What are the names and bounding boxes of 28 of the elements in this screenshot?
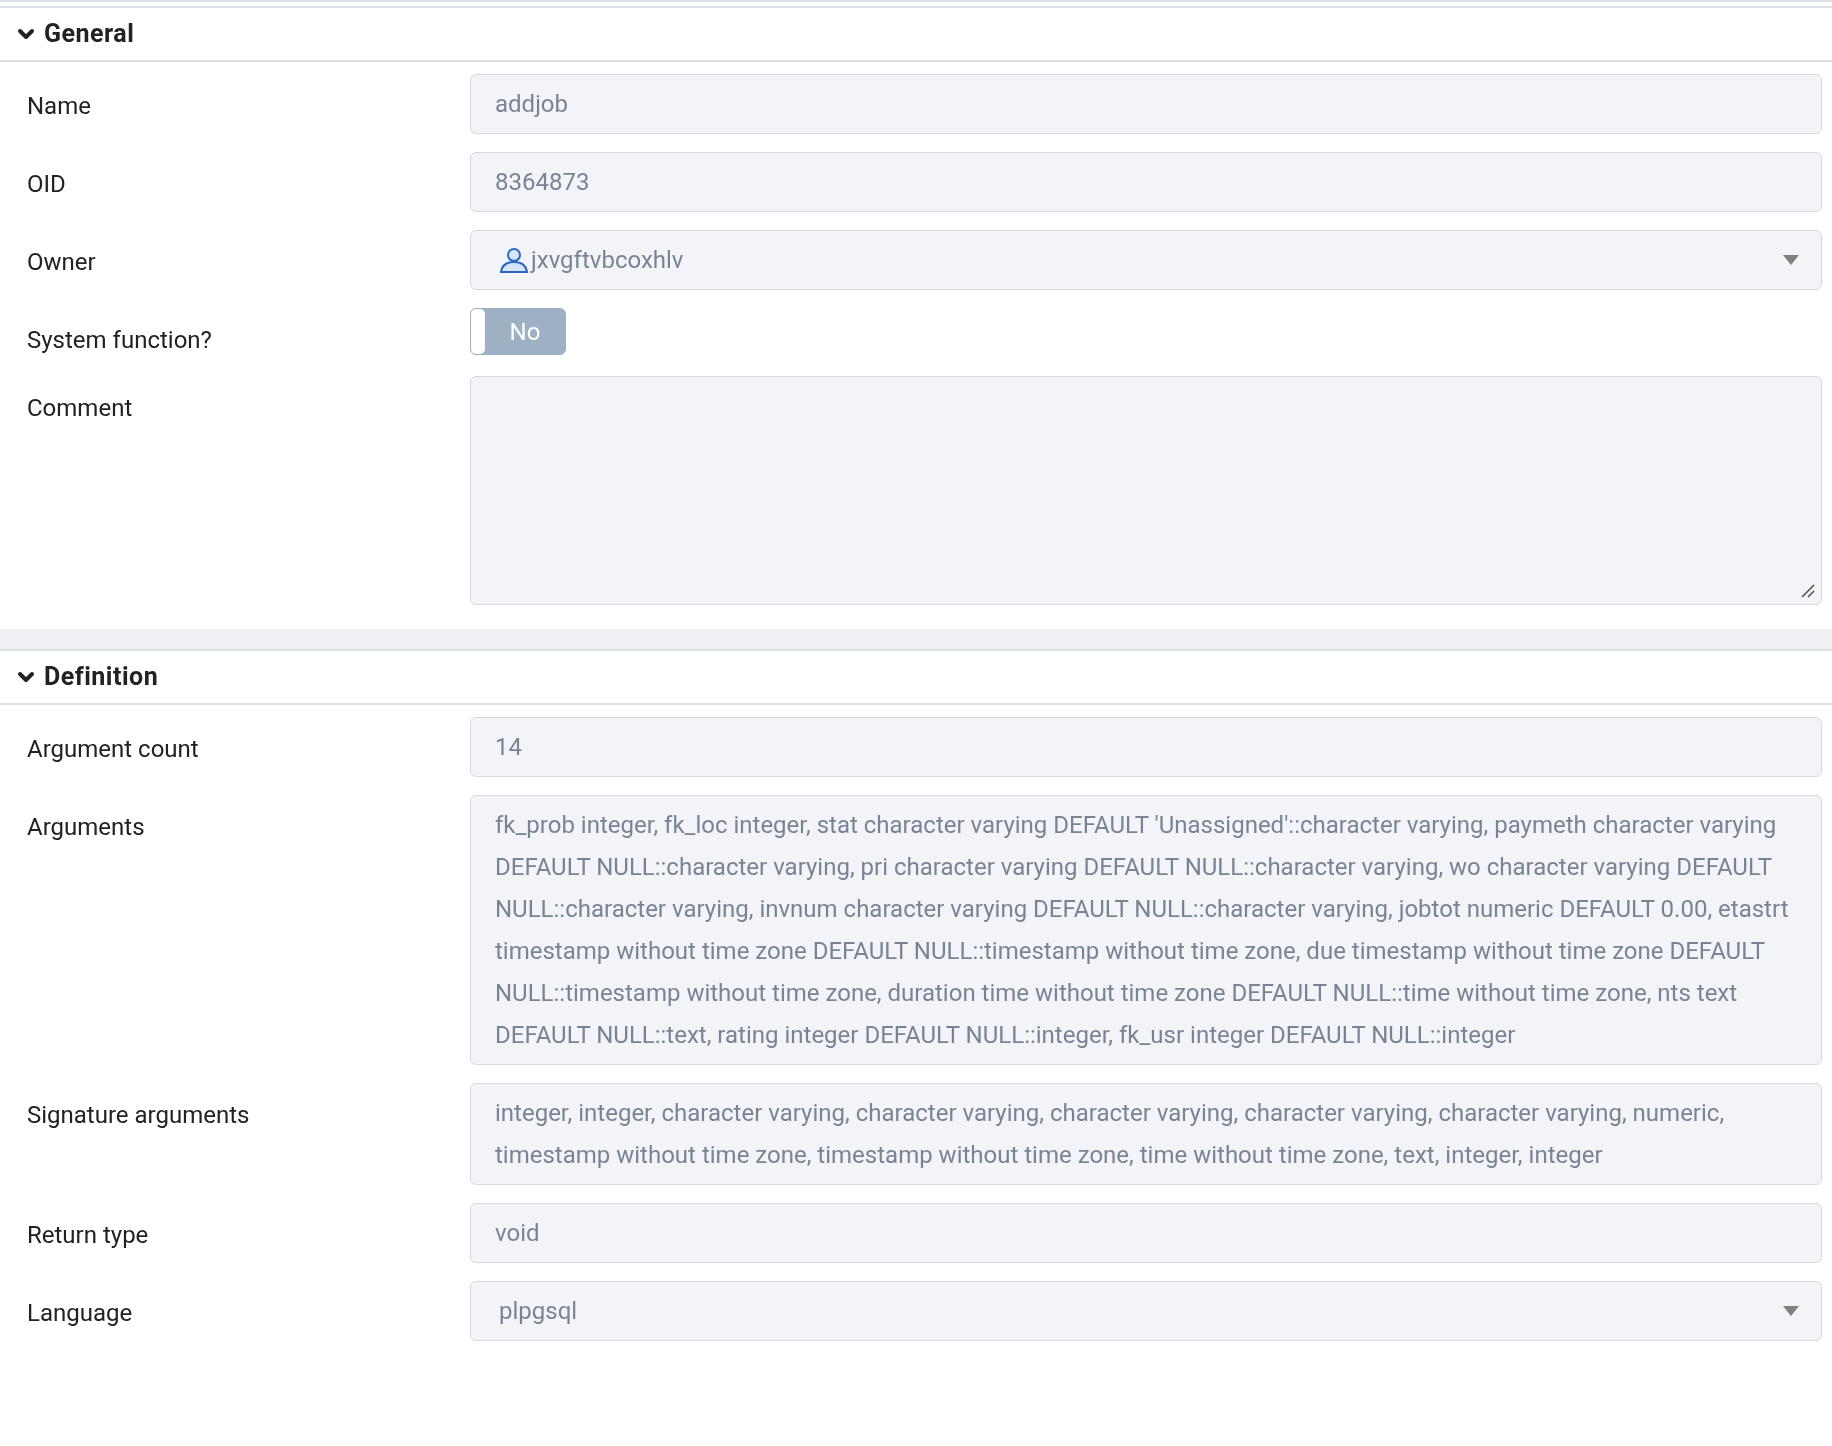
select-value: plpgsql [499,1296,579,1327]
comment-textarea[interactable] [470,376,1822,605]
dropdown-caret-icon [1783,1306,1799,1316]
select-field[interactable]: plpgsql [470,1281,1822,1341]
field-label: Argument count [26,734,200,765]
section-header[interactable]: General [0,6,1832,62]
field-label: System function? [26,325,213,356]
input-field[interactable]: void [470,1203,1822,1263]
field-label: Language [26,1298,134,1329]
text-area[interactable]: fk_prob integer, fk_loc integer, stat character varying DEFAULT 'Unassigned'::character varying, paymeth character varying DEFAULT NULL::character varying, pri character varying DEFAULT NULL::character varying, wo character varying DEFAULT NULL::character varying, invnum character varying DEFAULT NULL::character varying, jobtot numeric DEFAULT 0.00, etastrt timestamp without time zone DEFAULT NULL::timestamp without time zone, due timestamp without time zone DEFAULT NULL::timestamp without time zone, duration time without time zone DEFAULT NULL::time without time zone, nts text DEFAULT NULL::text, rating integer DEFAULT NULL::integer, fk_usr integer DEFAULT NULL::integer [470,795,1822,1065]
section-header[interactable]: Definition [0,649,1832,705]
field-label: Name [26,91,92,122]
text-area[interactable]: integer, integer, character varying, character varying, character varying, character varying, character varying, numeric, timestamp without time zone, timestamp without time zone, time without time zone, text, integer, integer [470,1083,1822,1185]
input-field[interactable]: 14 [470,717,1822,777]
input-field[interactable]: addjob [470,74,1822,134]
user-icon [499,247,529,273]
field-label: Arguments [26,812,146,843]
field-label: OID [26,169,67,200]
field-label: Return type [26,1220,150,1251]
select-value: jxvgftvbcoxhlv [531,245,685,276]
resize-handle-icon [1801,584,1815,598]
field-label: Comment [26,393,134,424]
dropdown-caret-icon [1783,255,1799,265]
toggle-switch[interactable]: No [470,308,566,355]
field-label: Signature arguments [26,1100,251,1131]
field-label: Owner [26,247,97,278]
select-field[interactable]: jxvgftvbcoxhlv [470,230,1822,290]
input-field[interactable]: 8364873 [470,152,1822,212]
